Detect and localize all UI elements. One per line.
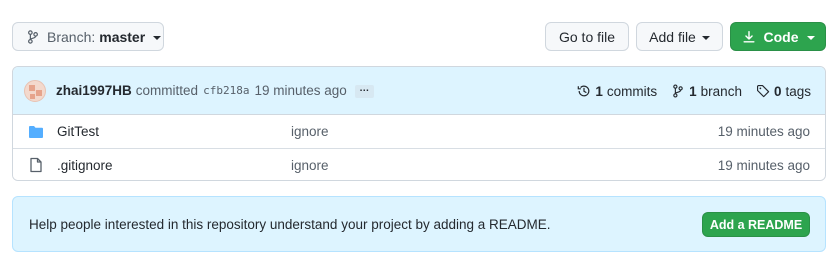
git-branch-icon xyxy=(673,84,683,98)
avatar[interactable] xyxy=(24,79,46,102)
commit-time: 19 minutes ago xyxy=(254,83,347,98)
file-list-box: zhai1997HB committed cfb218a 19 minutes … xyxy=(12,66,826,181)
commits-count: 1 xyxy=(595,83,603,99)
history-icon xyxy=(578,85,590,97)
branches-label: branch xyxy=(700,83,742,99)
readme-prompt-text: Help people interested in this repositor… xyxy=(29,216,551,232)
tags-count: 0 xyxy=(773,83,782,99)
commits-link[interactable]: 1 commits xyxy=(577,84,657,99)
download-icon xyxy=(742,30,755,43)
commit-author-link[interactable]: zhai1997HB xyxy=(56,83,132,98)
file-commit-time: 19 minutes ago xyxy=(717,124,810,139)
branch-name: master xyxy=(99,28,146,45)
branch-select-button[interactable]: Branch: master xyxy=(12,22,164,51)
branches-count: 1 xyxy=(689,83,697,99)
tag-icon xyxy=(756,85,770,98)
file-commit-time: 19 minutes ago xyxy=(717,157,810,173)
tags-label: tags xyxy=(785,83,811,99)
add-readme-button[interactable]: Add a README xyxy=(702,212,810,237)
code-label: Code xyxy=(763,28,799,45)
file-icon xyxy=(30,157,42,173)
expand-commit-message-button[interactable]: … xyxy=(354,84,374,98)
folder-icon xyxy=(29,125,43,138)
file-commit-message[interactable]: ignore xyxy=(291,158,329,173)
go-to-file-label: Go to file xyxy=(558,28,616,45)
branches-link[interactable]: 1 branch xyxy=(671,84,742,99)
commits-label: commits xyxy=(606,83,658,99)
list-item[interactable]: GitTest ignore 19 minutes ago xyxy=(13,115,825,148)
commit-sha-link[interactable]: cfb218a xyxy=(203,84,249,97)
commit-action-text: committed xyxy=(135,83,199,98)
repo-stats: 1 commits 1 branch 0 tags xyxy=(577,67,811,115)
readme-prompt-banner: Help people interested in this repositor… xyxy=(12,196,826,252)
chevron-down-icon xyxy=(806,35,815,40)
add-readme-label: Add a README xyxy=(709,217,803,232)
file-name-link[interactable]: .gitignore xyxy=(57,158,113,173)
list-item[interactable]: .gitignore ignore 19 minutes ago xyxy=(13,148,825,180)
tags-link[interactable]: 0 tags xyxy=(756,84,811,99)
latest-commit-bar: zhai1997HB committed cfb218a 19 minutes … xyxy=(13,67,825,115)
chevron-down-icon xyxy=(153,35,162,40)
add-file-button[interactable]: Add file xyxy=(636,22,723,51)
repo-toolbar: Branch: master Go to file Add file Code xyxy=(12,22,826,51)
code-button[interactable]: Code xyxy=(730,22,826,51)
go-to-file-button[interactable]: Go to file xyxy=(545,22,629,51)
git-branch-icon xyxy=(28,29,38,44)
branch-prefix-label: Branch: xyxy=(47,28,96,45)
chevron-down-icon xyxy=(701,35,710,40)
file-commit-message[interactable]: ignore xyxy=(291,124,329,139)
file-name-link[interactable]: GitTest xyxy=(57,124,99,139)
add-file-label: Add file xyxy=(649,28,696,45)
